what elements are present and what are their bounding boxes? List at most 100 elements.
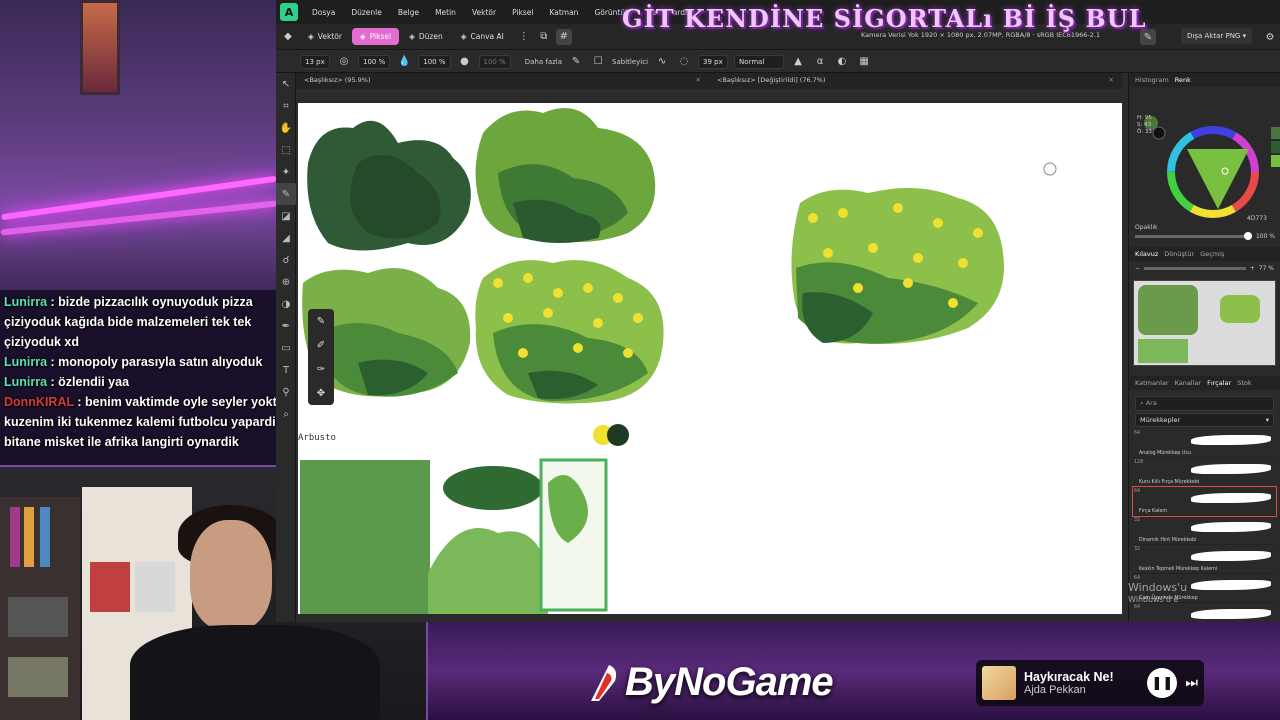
rope-mode-icon[interactable]: ∿: [654, 54, 670, 70]
clone-tool-icon[interactable]: ⊕: [276, 271, 296, 293]
view-tool-icon[interactable]: ✋: [276, 117, 296, 139]
brush-size: 32: [1134, 518, 1141, 523]
zoom-tool-icon[interactable]: ⌕: [276, 403, 296, 425]
next-track-icon[interactable]: ⏭: [1185, 675, 1198, 691]
vector-icon: ◈: [308, 32, 314, 41]
pause-icon[interactable]: ❚❚: [1147, 668, 1178, 698]
drawing-canvas[interactable]: Arbusto: [298, 103, 1122, 614]
tab-channels[interactable]: Kanallar: [1175, 379, 1202, 387]
paint-brush-tool-icon[interactable]: ✎: [276, 183, 296, 205]
snapping-icon[interactable]: ⧉: [536, 29, 552, 45]
tab-brushes[interactable]: Fırçalar: [1207, 379, 1231, 387]
more-button[interactable]: Daha fazla: [525, 58, 562, 66]
zoom-out-icon[interactable]: −: [1135, 265, 1140, 272]
shape-tool-icon[interactable]: ▭: [276, 337, 296, 359]
menu-item[interactable]: Vektör: [464, 8, 504, 17]
persona-piksel[interactable]: ◈ Piksel: [351, 28, 400, 45]
brush-item[interactable]: 128 Kuru Kıllı Fırça Mürekkebi: [1133, 458, 1276, 487]
pressure-icon[interactable]: ▦: [856, 54, 872, 70]
window-mode-icon[interactable]: ◌: [676, 54, 692, 70]
close-icon[interactable]: ✕: [696, 76, 701, 86]
document-tab[interactable]: <Başlıksız> [Değiştirildi] (76.7%) ✕: [709, 73, 1122, 89]
tab-navigator[interactable]: Kılavuz: [1135, 250, 1158, 258]
watermark-title: Windows'u: [1128, 581, 1188, 594]
zoom-in-icon[interactable]: +: [1250, 265, 1255, 272]
opacity-value[interactable]: 100 %: [1256, 233, 1275, 240]
symmetry-icon[interactable]: ◐: [834, 54, 850, 70]
affinity-persona-icon[interactable]: ◆: [280, 29, 296, 45]
fill-tool-icon[interactable]: ◢: [276, 227, 296, 249]
brush-search-input[interactable]: ⌕ Ara: [1135, 396, 1274, 411]
menu-item[interactable]: Düzenle: [343, 8, 390, 17]
tab-transform[interactable]: Dönüştür: [1164, 250, 1194, 258]
transform-icon[interactable]: ✥: [317, 388, 325, 399]
blend-mode-select[interactable]: Normal: [734, 54, 785, 69]
menu-item[interactable]: Metin: [427, 8, 464, 17]
navigator-preview[interactable]: [1133, 280, 1276, 366]
chat-separator: :: [47, 295, 59, 309]
pen-tool-icon[interactable]: ✒: [276, 315, 296, 337]
opacity-slider[interactable]: [1135, 232, 1252, 240]
more-options-icon[interactable]: ⋮: [516, 29, 532, 45]
crop-tool-icon[interactable]: ⌗: [276, 95, 296, 117]
persona-vektör[interactable]: ◈ Vektör: [300, 28, 350, 45]
eraser-tool-icon[interactable]: ◪: [276, 205, 296, 227]
marquee-tool-icon[interactable]: ⬚: [276, 139, 296, 161]
protect-alpha-icon[interactable]: α: [812, 54, 828, 70]
persona-düzen[interactable]: ◈ Düzen: [401, 28, 451, 45]
tab-color[interactable]: Renk: [1175, 76, 1191, 84]
flower: [503, 313, 513, 323]
persona-label: Canva AI: [470, 32, 504, 41]
stabilizer-checkbox[interactable]: ☐: [590, 54, 606, 70]
close-icon[interactable]: ✕: [1109, 76, 1114, 86]
opacity-field[interactable]: 100 %: [358, 54, 391, 69]
brush-item[interactable]: 32 Dinamik Hint Mürekkebi: [1133, 516, 1276, 545]
move-tool-icon[interactable]: ↖: [276, 73, 296, 95]
menu-item[interactable]: Dosya: [304, 8, 343, 17]
reference-shrub: [443, 466, 543, 510]
brush-icon[interactable]: ✐: [317, 340, 325, 351]
brush-options-icon[interactable]: ✎: [568, 54, 584, 70]
brush-item[interactable]: 64 Analog Mürekkep Ucu: [1133, 429, 1276, 458]
grid-icon[interactable]: #: [555, 28, 572, 45]
export-png-button[interactable]: Dışa Aktar PNG ▾: [1181, 28, 1253, 44]
chat-separator: :: [47, 355, 59, 369]
zoom-value[interactable]: 77 %: [1259, 265, 1274, 272]
stabilizer-value-field[interactable]: 39 px: [698, 54, 729, 69]
selection-brush-icon[interactable]: ✦: [276, 161, 296, 183]
chat-text: monopoly parasıyla satın alıyoduk: [58, 355, 263, 369]
brush-item[interactable]: 64 Fırça Kalem: [1132, 486, 1277, 517]
menu-item[interactable]: Belge: [390, 8, 427, 17]
wet-edges-icon[interactable]: ▲: [790, 54, 806, 70]
hex-value[interactable]: 4D773: [1247, 215, 1267, 222]
brush-stroke-preview: [1191, 435, 1271, 445]
navigator-tabs: Kılavuz Dönüştür Geçmiş: [1129, 247, 1280, 261]
document-tab[interactable]: <Başlıksız> (95.9%) ✕: [296, 73, 709, 89]
brush-size-field[interactable]: 13 px: [300, 54, 330, 69]
brush-item[interactable]: 32 Keskin Tepmeli Mürekkep Kalemi: [1133, 545, 1276, 574]
stabilizer-label: Sabitleyici: [612, 57, 649, 66]
dodge-tool-icon[interactable]: ◑: [276, 293, 296, 315]
pen-icon[interactable]: ✎: [317, 316, 325, 327]
flow-field[interactable]: 100 %: [418, 54, 451, 69]
zoom-slider[interactable]: [1144, 267, 1246, 270]
brush-stroke-preview: [1191, 580, 1271, 590]
smudge-tool-icon[interactable]: ☌: [276, 249, 296, 271]
menu-item[interactable]: Katman: [541, 8, 586, 17]
persona-canva-ai[interactable]: ◈ Canva AI: [453, 28, 512, 45]
bynogame-logo-icon: [591, 664, 617, 701]
hardness-field[interactable]: 100 %: [478, 54, 511, 69]
ai-icon: ◈: [460, 32, 467, 41]
tab-history[interactable]: Geçmiş: [1200, 250, 1224, 258]
settings-icon[interactable]: ⚙: [1262, 29, 1278, 45]
text-tool-icon[interactable]: T: [276, 359, 296, 381]
tab-histogram[interactable]: Histogram: [1135, 76, 1169, 84]
color-picker-tool-icon[interactable]: ⚲: [276, 381, 296, 403]
color-wheel[interactable]: [1129, 87, 1280, 247]
tab-stock[interactable]: Stok: [1237, 379, 1251, 387]
eraser-icon[interactable]: ✑: [317, 364, 325, 375]
affinity-logo-icon[interactable]: A: [280, 3, 298, 21]
tab-layers[interactable]: Katmanlar: [1135, 379, 1169, 387]
menu-item[interactable]: Piksel: [504, 8, 541, 17]
brush-category-select[interactable]: Mürekkepler ▾: [1135, 413, 1274, 427]
